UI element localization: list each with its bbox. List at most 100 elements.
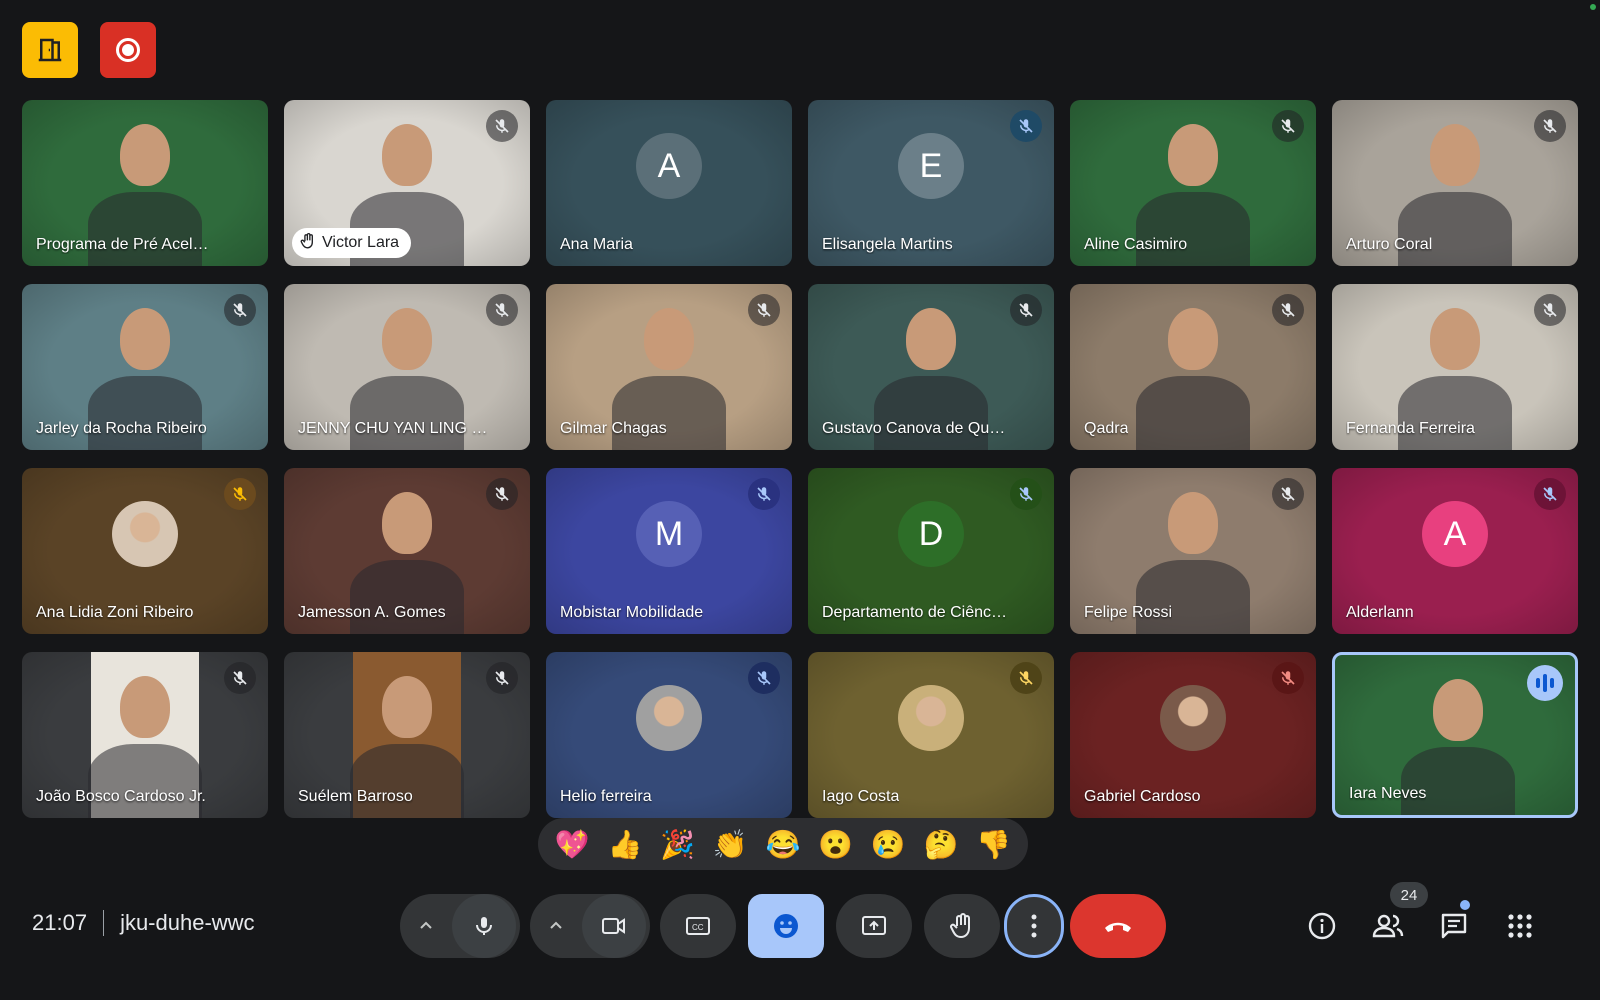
participant-name: Qadra <box>1084 420 1129 437</box>
reaction-emoji[interactable]: 🤔 <box>919 828 963 861</box>
mic-off-icon <box>748 478 780 510</box>
microphone-icon <box>476 917 492 935</box>
participant-tile[interactable]: Helio ferreira <box>546 652 792 818</box>
mic-off-icon <box>486 478 518 510</box>
meeting-details-button[interactable] <box>1302 906 1342 946</box>
mic-options-button[interactable] <box>400 894 452 958</box>
mic-off-icon <box>1272 478 1304 510</box>
raise-hand-icon <box>950 913 970 938</box>
participant-name: Programa de Pré Acel… <box>36 236 209 253</box>
avatar <box>898 685 964 751</box>
recording-button[interactable] <box>100 22 156 78</box>
participant-name: Ana Lidia Zoni Ribeiro <box>36 604 194 621</box>
host-controls-button[interactable] <box>22 22 78 78</box>
participant-tile[interactable]: A Alderlann <box>1332 468 1578 634</box>
participant-name: João Bosco Cardoso Jr. <box>36 788 206 805</box>
reaction-emoji[interactable]: 😮 <box>814 828 858 861</box>
participant-tile[interactable]: João Bosco Cardoso Jr. <box>22 652 268 818</box>
avatar: D <box>898 501 964 567</box>
reaction-emoji[interactable]: 🎉 <box>656 828 700 861</box>
participant-tile[interactable]: Iago Costa <box>808 652 1054 818</box>
reaction-emoji[interactable]: 😢 <box>866 828 910 861</box>
people-button[interactable] <box>1368 906 1408 946</box>
raise-hand-button[interactable] <box>924 894 1000 958</box>
mic-off-icon <box>1010 662 1042 694</box>
activities-button[interactable] <box>1500 906 1540 946</box>
participant-tile[interactable]: Gustavo Canova de Qu… <box>808 284 1054 450</box>
participant-tile[interactable]: Gilmar Chagas <box>546 284 792 450</box>
avatar: E <box>898 133 964 199</box>
participant-tile[interactable]: Victor Lara <box>284 100 530 266</box>
participant-tile[interactable]: M Mobistar Mobilidade <box>546 468 792 634</box>
participant-name: Gilmar Chagas <box>560 420 667 437</box>
participant-tile[interactable]: Jarley da Rocha Ribeiro <box>22 284 268 450</box>
participant-name: Mobistar Mobilidade <box>560 604 704 621</box>
participant-name: Iago Costa <box>822 788 900 805</box>
participant-tile[interactable]: Aline Casimiro <box>1070 100 1316 266</box>
closed-captions-icon: CC <box>686 917 710 935</box>
participant-name: Iara Neves <box>1349 785 1427 802</box>
mic-off-icon <box>486 662 518 694</box>
chevron-up-icon <box>550 921 562 929</box>
reaction-emoji[interactable]: 👍 <box>603 828 647 861</box>
reactions-button[interactable] <box>748 894 824 958</box>
reaction-emoji[interactable]: 😂 <box>761 828 805 861</box>
reaction-emoji[interactable]: 👏 <box>708 828 752 861</box>
participant-tile[interactable]: Iara Neves <box>1332 652 1578 818</box>
mic-off-icon <box>1010 110 1042 142</box>
participant-tile[interactable]: JENNY CHU YAN LING … <box>284 284 530 450</box>
participant-tile[interactable]: Fernanda Ferreira <box>1332 284 1578 450</box>
participant-tile[interactable]: Ana Lidia Zoni Ribeiro <box>22 468 268 634</box>
mic-off-icon <box>1534 294 1566 326</box>
participant-name: Fernanda Ferreira <box>1346 420 1475 437</box>
record-icon <box>116 38 140 62</box>
leave-call-button[interactable] <box>1070 894 1166 958</box>
participant-tile[interactable]: Gabriel Cardoso <box>1070 652 1316 818</box>
present-button[interactable] <box>836 894 912 958</box>
mic-off-icon <box>486 294 518 326</box>
mic-off-icon <box>748 294 780 326</box>
reaction-emoji[interactable]: 👎 <box>972 828 1016 861</box>
svg-text:CC: CC <box>692 923 704 932</box>
avatar <box>112 501 178 567</box>
mic-off-icon <box>1534 110 1566 142</box>
camera-options-button[interactable] <box>530 894 582 958</box>
participant-tile[interactable]: Felipe Rossi <box>1070 468 1316 634</box>
participant-name: Victor Lara <box>322 234 400 251</box>
participant-name: Aline Casimiro <box>1084 236 1188 253</box>
participant-name: Ana Maria <box>560 236 633 253</box>
participant-name: Jamesson A. Gomes <box>298 604 446 621</box>
participant-name: Felipe Rossi <box>1084 604 1173 621</box>
reaction-emoji[interactable]: 💖 <box>550 828 594 861</box>
door-icon <box>38 38 62 62</box>
participant-name: Alderlann <box>1346 604 1414 621</box>
participant-tile[interactable]: Qadra <box>1070 284 1316 450</box>
participant-name: JENNY CHU YAN LING … <box>298 420 488 437</box>
participant-tile[interactable]: Arturo Coral <box>1332 100 1578 266</box>
chat-button[interactable] <box>1434 906 1474 946</box>
participant-tile[interactable]: E Elisangela Martins <box>808 100 1054 266</box>
participant-tile[interactable]: Jamesson A. Gomes <box>284 468 530 634</box>
chat-notification-dot <box>1460 900 1470 910</box>
mic-off-icon <box>224 662 256 694</box>
participant-count-badge: 24 <box>1390 882 1428 908</box>
participant-name: Gabriel Cardoso <box>1084 788 1201 805</box>
captions-button[interactable]: CC <box>660 894 736 958</box>
participant-name: Jarley da Rocha Ribeiro <box>36 420 207 437</box>
participant-tile[interactable]: Programa de Pré Acel… <box>22 100 268 266</box>
participant-tile[interactable]: A Ana Maria <box>546 100 792 266</box>
participant-name: Suélem Barroso <box>298 788 413 805</box>
camera-button[interactable] <box>582 894 646 958</box>
present-screen-icon <box>862 916 886 935</box>
participant-name: Departamento de Ciênc… <box>822 604 1007 621</box>
participant-tile[interactable]: D Departamento de Ciênc… <box>808 468 1054 634</box>
participant-name: Arturo Coral <box>1346 236 1433 253</box>
participant-tile[interactable]: Suélem Barroso <box>284 652 530 818</box>
participant-name: Elisangela Martins <box>822 236 953 253</box>
reactions-bar: 💖 👍 🎉 👏 😂 😮 😢 🤔 👎 <box>538 818 1028 870</box>
raise-hand-icon <box>300 232 316 255</box>
end-call-icon <box>1105 922 1131 932</box>
mic-button[interactable] <box>452 894 516 958</box>
participant-name: Helio ferreira <box>560 788 652 805</box>
more-options-button[interactable] <box>1004 894 1064 958</box>
